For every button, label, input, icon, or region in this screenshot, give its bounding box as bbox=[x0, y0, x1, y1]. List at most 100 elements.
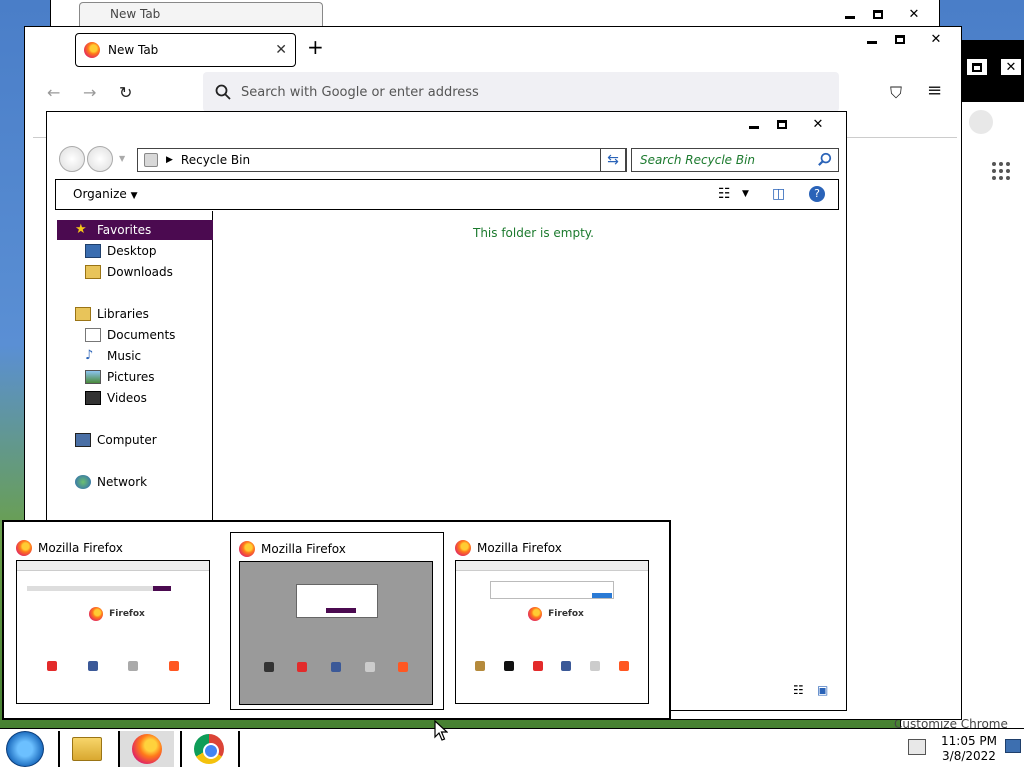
change-view-icon[interactable]: ☷ bbox=[718, 186, 731, 202]
thumbnail-title-label: Mozilla Firefox bbox=[477, 541, 562, 555]
forward-button[interactable] bbox=[87, 146, 113, 172]
start-button[interactable] bbox=[6, 731, 44, 767]
thumbnail-title-label: Mozilla Firefox bbox=[38, 541, 123, 555]
nav-item-desktop[interactable]: Desktop bbox=[85, 241, 157, 261]
pocket-icon[interactable]: ⛉ bbox=[890, 83, 902, 103]
nav-item-pictures[interactable]: Pictures bbox=[85, 367, 155, 387]
close-icon: ✕ bbox=[930, 31, 942, 47]
explorer-close-button[interactable]: ✕ bbox=[807, 115, 829, 133]
search-icon bbox=[215, 84, 231, 100]
forward-arrow-icon[interactable]: → bbox=[83, 83, 96, 102]
firefox-close-button[interactable]: ✕ bbox=[925, 30, 947, 48]
firefox-minimize-button[interactable] bbox=[861, 30, 883, 48]
mouse-cursor-icon bbox=[434, 720, 448, 741]
breadcrumb-arrow-icon[interactable]: ▶ bbox=[166, 155, 173, 165]
mini-firefox-wordmark: Firefox bbox=[548, 609, 584, 619]
chrome-maximize-button[interactable] bbox=[966, 58, 988, 76]
search-input[interactable]: Search Recycle Bin bbox=[631, 148, 839, 172]
desktop-icon bbox=[85, 244, 101, 258]
chevron-down-icon[interactable]: ▼ bbox=[742, 189, 749, 199]
network-icon bbox=[75, 475, 91, 489]
reload-icon[interactable]: ↻ bbox=[119, 83, 132, 102]
computer-icon bbox=[75, 433, 91, 447]
maximize-icon bbox=[873, 9, 883, 19]
nav-item-network[interactable]: Network bbox=[75, 472, 147, 492]
nav-item-libraries[interactable]: Libraries bbox=[75, 304, 149, 324]
background-minimize-button[interactable] bbox=[839, 5, 861, 23]
system-clock[interactable]: 11:05 PM 3/8/2022 bbox=[938, 734, 1000, 764]
maximize-icon bbox=[777, 119, 787, 129]
maximize-icon bbox=[972, 62, 982, 72]
command-bar: Organize ▼ ☷ ▼ ◫ ? bbox=[55, 179, 839, 210]
taskbar: 11:05 PM 3/8/2022 bbox=[0, 728, 1024, 768]
firefox-tab[interactable]: New Tab ✕ bbox=[75, 33, 296, 67]
preview-pane-icon[interactable]: ◫ bbox=[772, 186, 785, 202]
thumbnail-image: Firefox bbox=[16, 560, 210, 704]
chrome-close-button[interactable]: ✕ bbox=[1000, 58, 1022, 76]
nav-label-libraries: Libraries bbox=[97, 307, 149, 321]
nav-label-computer: Computer bbox=[97, 433, 157, 447]
new-tab-button[interactable]: + bbox=[307, 37, 324, 57]
nav-item-videos[interactable]: Videos bbox=[85, 388, 147, 408]
firefox-icon bbox=[132, 734, 162, 764]
thumbnail-image bbox=[239, 561, 433, 705]
chrome-titlebar: ✕ bbox=[962, 40, 1024, 102]
network-tray-icon[interactable] bbox=[908, 739, 926, 755]
refresh-icon: ⇆ bbox=[607, 152, 619, 168]
address-bar[interactable]: ▶ Recycle Bin ▼ bbox=[137, 148, 627, 172]
background-tab[interactable]: New Tab bbox=[79, 2, 323, 28]
back-arrow-icon[interactable]: ← bbox=[47, 83, 60, 102]
mini-shortcuts bbox=[17, 661, 209, 671]
chevron-down-icon: ▼ bbox=[130, 191, 138, 201]
thumbnail-firefox-3[interactable]: Mozilla Firefox Firefox bbox=[447, 532, 661, 710]
mini-button bbox=[153, 586, 171, 591]
large-icons-view-icon[interactable]: ▣ bbox=[817, 683, 828, 697]
nav-label-videos: Videos bbox=[107, 391, 147, 405]
tab-close-icon[interactable]: ✕ bbox=[275, 42, 287, 58]
details-view-icon[interactable]: ☷ bbox=[793, 683, 804, 697]
taskbar-firefox-button[interactable] bbox=[118, 731, 174, 767]
show-desktop-button[interactable] bbox=[1005, 739, 1021, 753]
chrome-profile-avatar[interactable] bbox=[969, 110, 993, 134]
nav-item-computer[interactable]: Computer bbox=[75, 430, 157, 450]
pictures-icon bbox=[85, 370, 101, 384]
firefox-logo-icon bbox=[84, 42, 100, 58]
background-close-button[interactable]: ✕ bbox=[903, 5, 925, 23]
explorer-maximize-button[interactable] bbox=[771, 115, 793, 133]
url-bar[interactable]: Search with Google or enter address bbox=[203, 72, 839, 112]
nav-item-music[interactable]: ♪ Music bbox=[85, 346, 141, 366]
background-maximize-button[interactable] bbox=[867, 5, 889, 23]
thumbnail-title: Mozilla Firefox bbox=[16, 540, 123, 556]
explorer-minimize-button[interactable] bbox=[743, 115, 765, 133]
firefox-logo-icon bbox=[455, 540, 471, 556]
videos-icon bbox=[85, 391, 101, 405]
mini-notice-button bbox=[592, 593, 612, 598]
taskbar-explorer-button[interactable] bbox=[58, 731, 114, 767]
back-button[interactable] bbox=[59, 146, 85, 172]
firefox-maximize-button[interactable] bbox=[889, 30, 911, 48]
nav-item-favorites[interactable]: ★ Favorites bbox=[57, 220, 213, 240]
nav-label-favorites: Favorites bbox=[97, 223, 152, 237]
taskbar-thumbnail-preview: Mozilla Firefox Firefox Mozilla Firefox bbox=[2, 520, 671, 720]
firefox-toolbar: ← → ↻ Search with Google or enter addres… bbox=[33, 71, 961, 115]
organize-button[interactable]: Organize ▼ bbox=[73, 187, 138, 201]
breadcrumb-recycle-bin[interactable]: Recycle Bin bbox=[181, 153, 250, 167]
minimize-icon bbox=[845, 15, 855, 19]
nav-label-music: Music bbox=[107, 349, 142, 363]
nav-label-documents: Documents bbox=[107, 328, 176, 342]
thumbnail-firefox-2[interactable]: Mozilla Firefox bbox=[230, 532, 444, 710]
history-dropdown-icon[interactable]: ▼ bbox=[119, 154, 125, 163]
taskbar-chrome-button[interactable] bbox=[180, 731, 236, 767]
google-apps-icon[interactable] bbox=[992, 162, 1010, 180]
nav-item-documents[interactable]: Documents bbox=[85, 325, 175, 345]
close-icon: ✕ bbox=[812, 116, 824, 132]
chrome-icon bbox=[194, 734, 224, 764]
menu-hamburger-icon[interactable]: ≡ bbox=[927, 80, 942, 101]
nav-item-downloads[interactable]: Downloads bbox=[85, 262, 173, 282]
mini-urlbar bbox=[27, 586, 167, 591]
thumbnail-firefox-1[interactable]: Mozilla Firefox Firefox bbox=[8, 532, 222, 710]
search-icon bbox=[818, 152, 832, 166]
help-icon[interactable]: ? bbox=[809, 186, 825, 202]
firefox-logo-icon bbox=[239, 541, 255, 557]
refresh-button[interactable]: ⇆ bbox=[600, 148, 626, 172]
